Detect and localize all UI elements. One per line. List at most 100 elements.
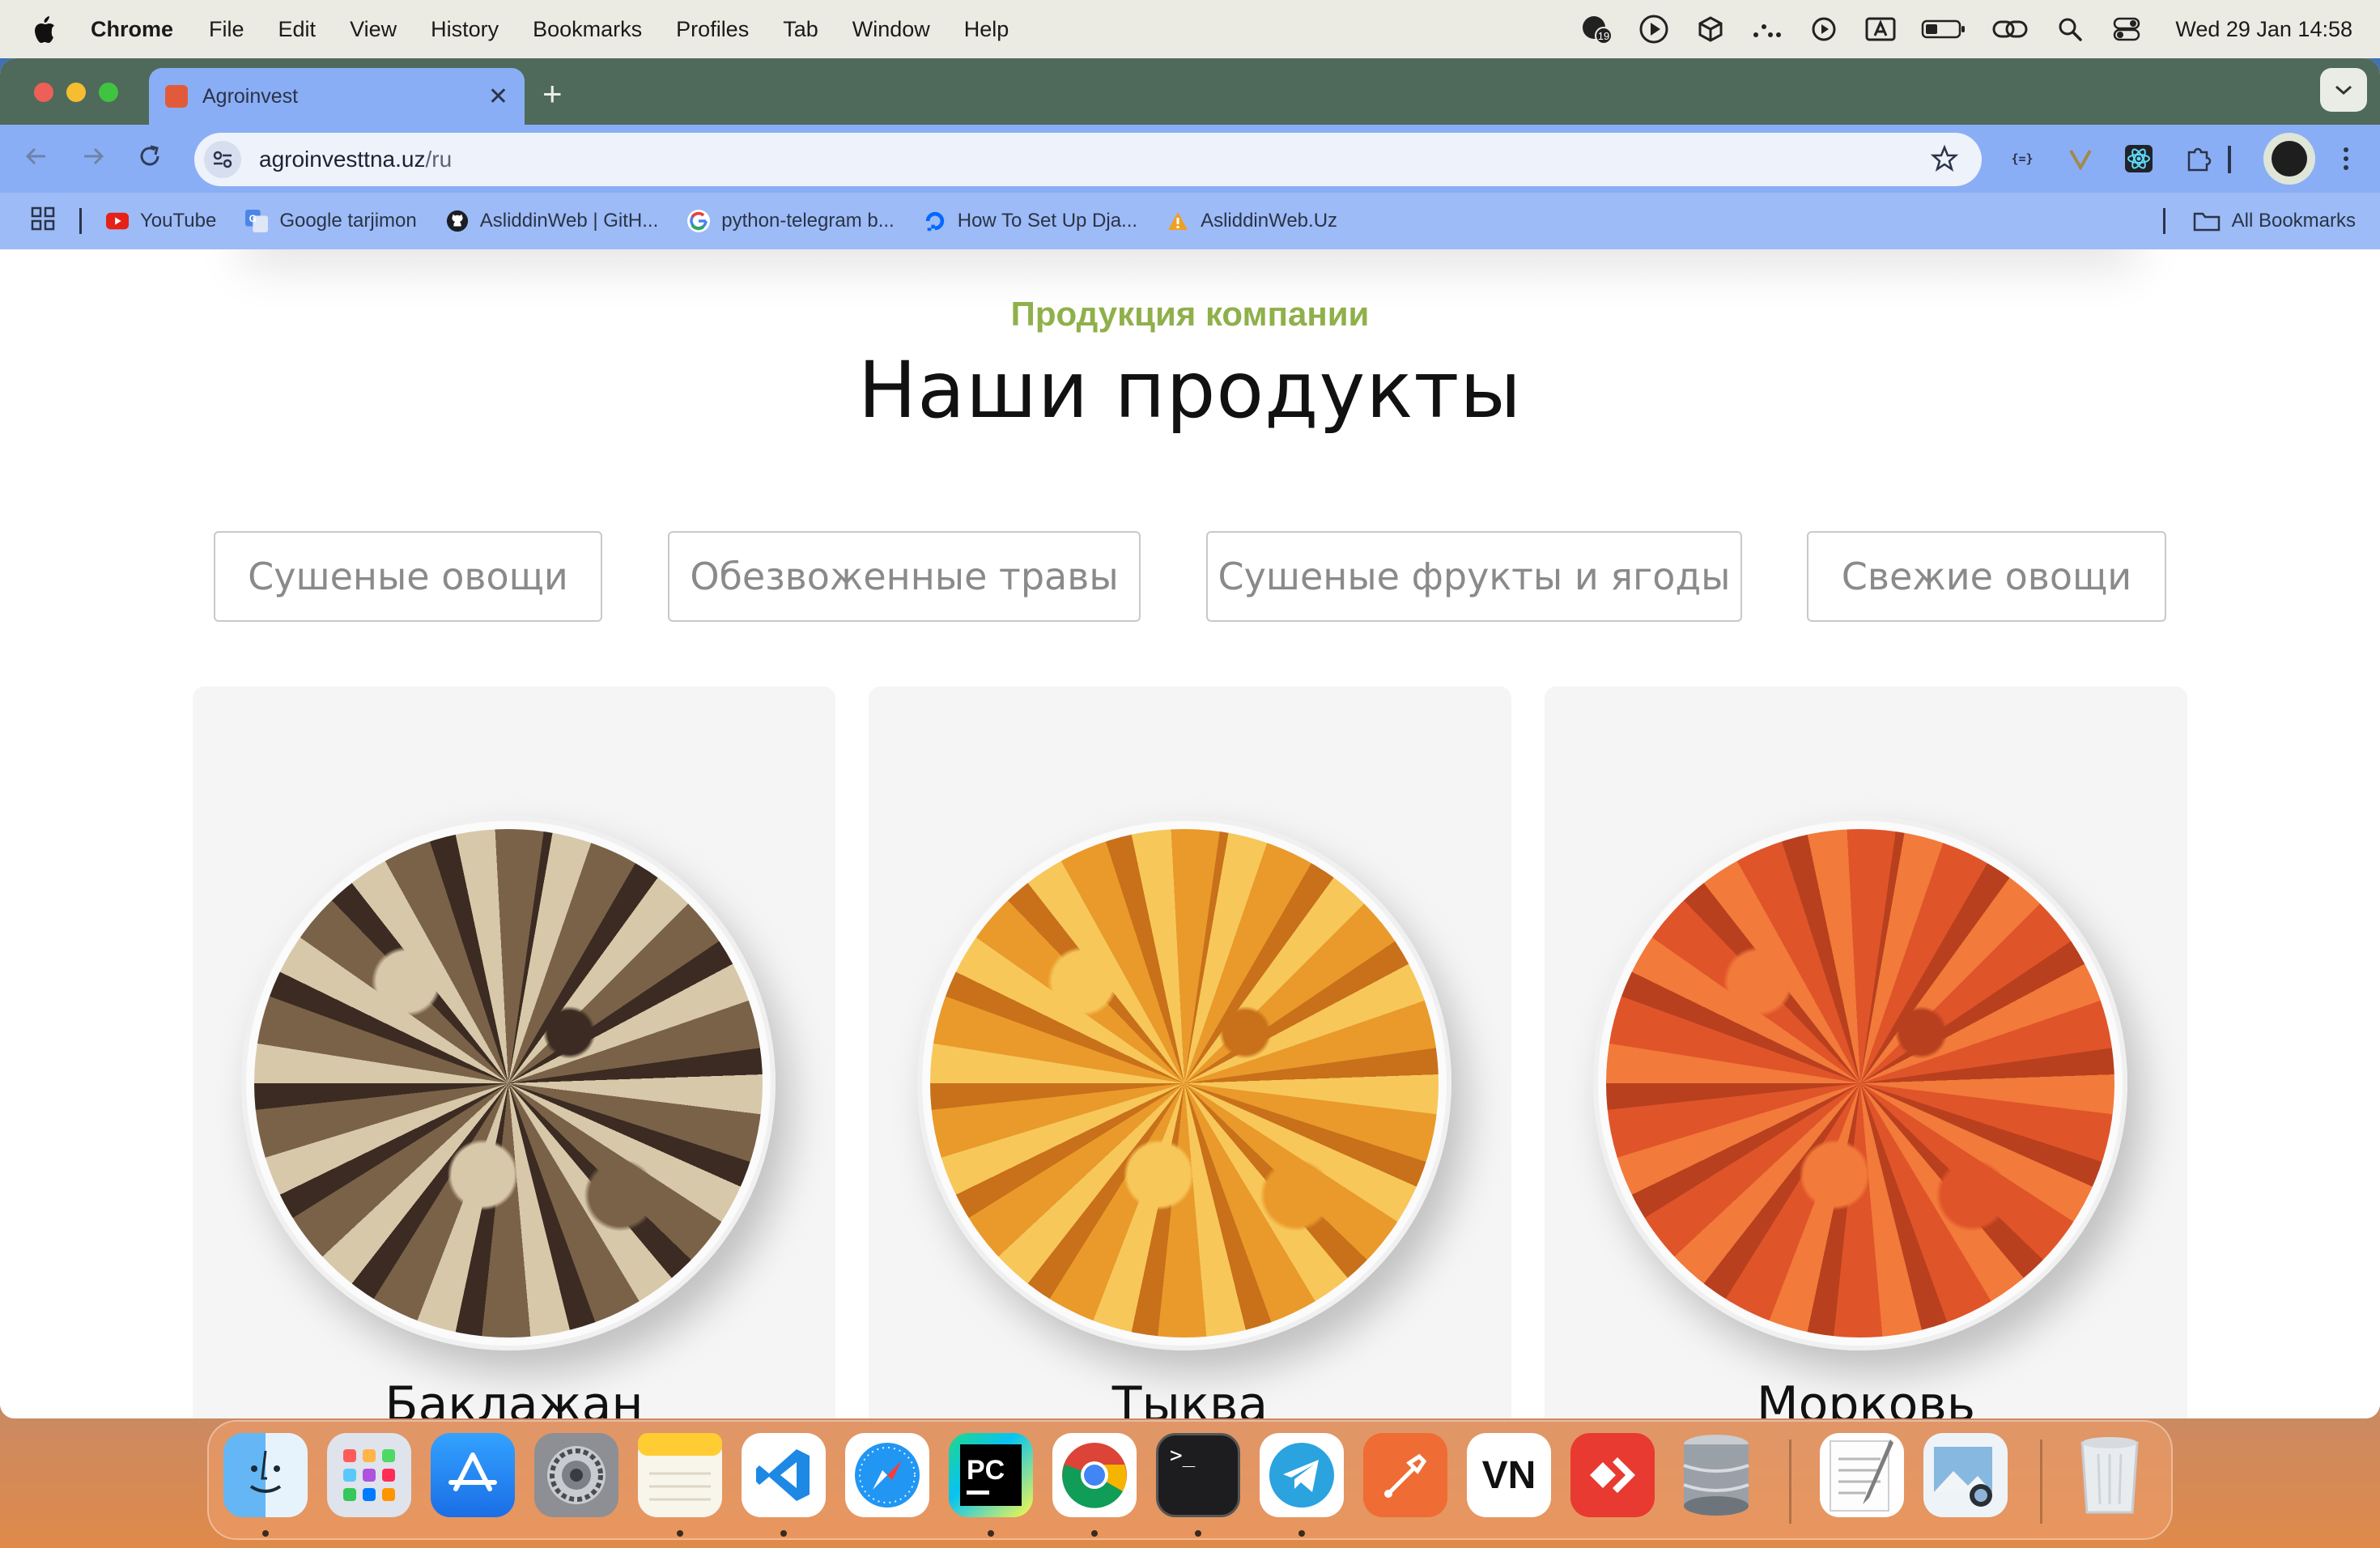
menu-app-name[interactable]: Chrome (91, 17, 173, 42)
back-arrow-icon (25, 147, 45, 165)
menu-tab[interactable]: Tab (783, 17, 818, 42)
bookmark-digitalocean[interactable]: How To Set Up Dja... (924, 210, 1137, 232)
browser-window: Agroinvest ✕ + agroinvesttna.uz/ru {=} Y… (0, 58, 2380, 1418)
address-bar[interactable]: agroinvesttna.uz/ru (194, 133, 1982, 186)
product-card-pumpkin[interactable]: Тыква (869, 687, 1511, 1418)
terminal-icon[interactable]: >_ (1156, 1433, 1240, 1517)
running-indicator (262, 1530, 269, 1537)
filter-fresh-vegetables[interactable]: Свежие овощи (1807, 531, 2166, 622)
macos-menubar: Chrome File Edit View History Bookmarks … (0, 0, 2380, 58)
forward-arrow-icon (84, 147, 104, 165)
database-icon[interactable] (1674, 1433, 1758, 1517)
menu-profiles[interactable]: Profiles (676, 17, 749, 42)
bookmark-python-telegram[interactable]: python-telegram b... (687, 210, 895, 232)
url-host: agroinvesttna.uz (259, 147, 426, 172)
menu-edit[interactable]: Edit (278, 17, 317, 42)
bookmark-star-icon[interactable] (1930, 144, 1959, 177)
carrot-bowl-image (1593, 816, 2127, 1350)
forward-button[interactable] (79, 142, 107, 177)
search-icon[interactable] (2054, 13, 2086, 45)
close-window-button[interactable] (34, 83, 53, 102)
github-icon (446, 210, 469, 232)
vscode-icon[interactable] (742, 1433, 826, 1517)
puzzle-icon[interactable] (2181, 141, 2216, 176)
play-circle-icon[interactable] (1638, 13, 1670, 45)
new-tab-button[interactable]: + (542, 74, 563, 113)
menu-history[interactable]: History (431, 17, 499, 42)
chrome-icon[interactable] (1052, 1433, 1137, 1517)
dots-icon[interactable] (1751, 13, 1783, 45)
cube-icon[interactable] (1694, 13, 1727, 45)
bookmark-google-translate[interactable]: G Google tarjimon (245, 210, 417, 232)
textedit-icon[interactable] (1820, 1433, 1904, 1517)
section-eyebrow: Продукция компании (1010, 295, 1370, 333)
notification-badge-icon[interactable]: 19 (1581, 13, 1613, 45)
bookmark-label: YouTube (140, 210, 217, 232)
running-indicator (677, 1530, 683, 1537)
react-devtools-icon[interactable] (2121, 141, 2157, 176)
tab-search-button[interactable] (2320, 68, 2367, 112)
filter-dehydrated-herbs[interactable]: Обезвоженные травы (668, 531, 1141, 622)
bookmarks-divider (2162, 208, 2165, 234)
more-menu-icon[interactable] (2328, 141, 2364, 176)
product-name: Баклажан (385, 1376, 644, 1418)
link-icon[interactable] (1991, 13, 2029, 45)
v-icon[interactable] (2063, 141, 2098, 176)
status-area: 19 Wed 29 Jan 14:58 (1557, 0, 2352, 58)
filter-dried-fruits-berries[interactable]: Сушеные фрукты и ягоды (1206, 531, 1742, 622)
menu-file[interactable]: File (209, 17, 244, 42)
input-source-icon[interactable] (1864, 13, 1897, 45)
control-center-icon[interactable] (2110, 13, 2143, 45)
all-bookmarks-button[interactable]: All Bookmarks (2162, 193, 2356, 249)
running-indicator (988, 1530, 994, 1537)
postman-icon[interactable] (1363, 1433, 1447, 1517)
bookmark-asliddinweb[interactable]: AsliddinWeb.Uz (1167, 210, 1337, 232)
window-controls (34, 83, 131, 102)
safari-icon[interactable] (845, 1433, 929, 1517)
close-tab-icon[interactable]: ✕ (488, 83, 508, 111)
battery-icon[interactable] (1921, 13, 1966, 45)
launchpad-icon[interactable] (327, 1433, 411, 1517)
product-card-carrot[interactable]: Морковь (1545, 687, 2187, 1418)
product-card-eggplant[interactable]: Баклажан (193, 687, 835, 1418)
zoom-window-button[interactable] (99, 83, 118, 102)
filter-dried-vegetables[interactable]: Сушеные овощи (214, 531, 602, 622)
telegram-icon[interactable] (1260, 1433, 1344, 1517)
pycharm-label: PC (967, 1454, 1005, 1486)
trash-icon[interactable] (2068, 1433, 2152, 1517)
digitalocean-icon (924, 210, 946, 232)
json-viewer-icon[interactable]: {=} (2004, 141, 2040, 176)
pycharm-icon[interactable]: PC (949, 1433, 1033, 1517)
menubar-clock[interactable]: Wed 29 Jan 14:58 (2175, 17, 2352, 42)
vn-icon[interactable]: VN (1467, 1433, 1551, 1517)
menu-bookmarks[interactable]: Bookmarks (533, 17, 642, 42)
toolbar-divider (2228, 146, 2231, 173)
app-store-icon[interactable] (431, 1433, 515, 1517)
play-icon[interactable] (1808, 13, 1840, 45)
all-bookmarks-label: All Bookmarks (2231, 210, 2356, 232)
site-info-button[interactable] (204, 141, 241, 178)
url-text: agroinvesttna.uz/ru (259, 147, 452, 172)
browser-toolbar: agroinvesttna.uz/ru {=} (0, 125, 2380, 193)
profile-avatar[interactable] (2263, 133, 2315, 185)
apps-grid-icon[interactable] (31, 206, 55, 236)
menu-help[interactable]: Help (964, 17, 1009, 42)
minimize-window-button[interactable] (66, 83, 86, 102)
menu-window[interactable]: Window (852, 17, 930, 42)
dock-divider (1789, 1440, 1791, 1524)
notes-icon[interactable] (638, 1433, 722, 1517)
macos-dock: PC >_ VN (207, 1420, 2173, 1540)
url-path: /ru (425, 147, 453, 172)
apple-logo-icon[interactable] (32, 15, 57, 43)
menu-view[interactable]: View (350, 17, 397, 42)
system-settings-icon[interactable] (534, 1433, 618, 1517)
preview-icon[interactable] (1923, 1433, 2008, 1517)
back-button[interactable] (23, 142, 50, 177)
tab-agroinvest[interactable]: Agroinvest ✕ (149, 68, 525, 125)
bookmark-youtube[interactable]: YouTube (106, 210, 216, 232)
google-translate-icon: G (245, 210, 269, 232)
reload-button[interactable] (136, 142, 164, 177)
anydesk-icon[interactable] (1570, 1433, 1655, 1517)
finder-icon[interactable] (223, 1433, 308, 1517)
bookmark-github[interactable]: AsliddinWeb | GitH... (446, 210, 658, 232)
